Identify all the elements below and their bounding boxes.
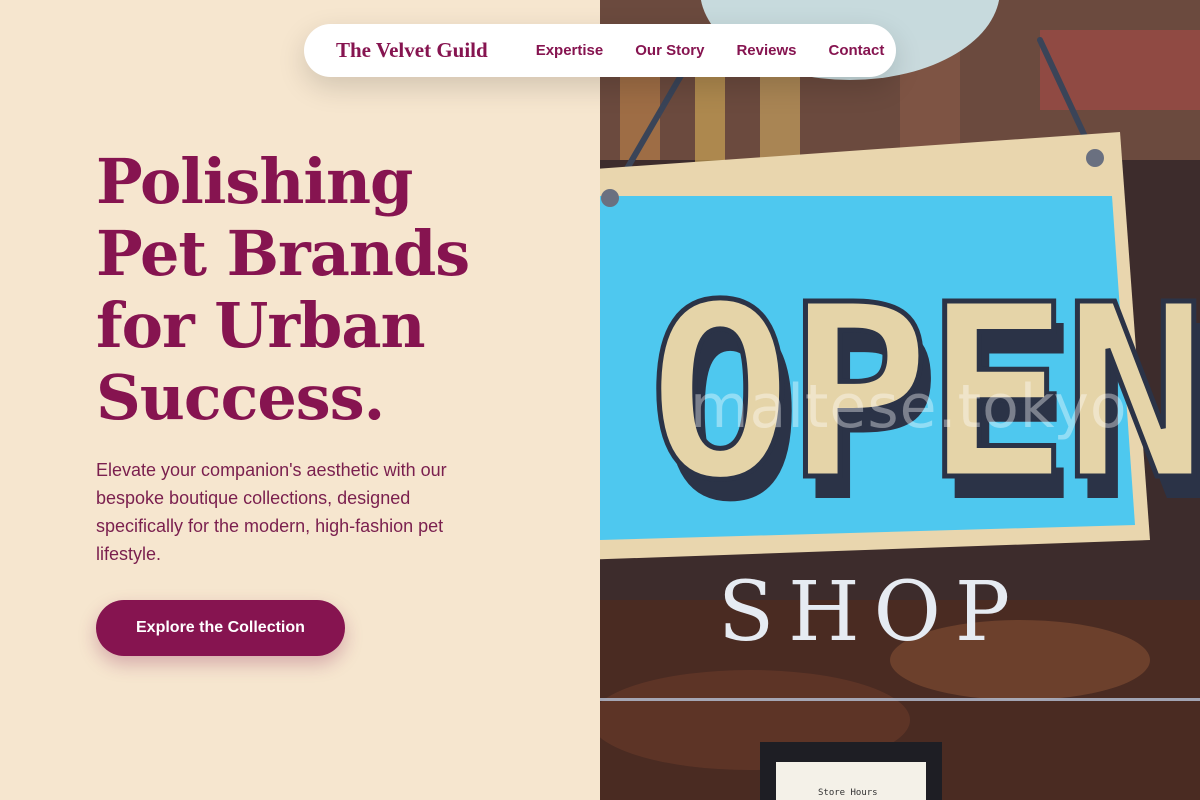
nav-link-expertise[interactable]: Expertise <box>536 42 604 59</box>
nav-link-reviews[interactable]: Reviews <box>736 42 796 59</box>
hero-title-line: Pet Brands <box>96 217 470 290</box>
hero-title: Polishing Pet Brands for Urban Success. <box>96 145 470 434</box>
nav-link-our-story[interactable]: Our Story <box>635 42 704 59</box>
explore-collection-button[interactable]: Explore the Collection <box>96 600 345 656</box>
hero-subtitle: Elevate your companion's aesthetic with … <box>96 460 447 564</box>
shop-window-text: SHOP <box>718 565 1024 660</box>
store-hours-label: Store Hours <box>818 788 878 798</box>
hero-title-line: for Urban <box>96 289 426 362</box>
watermark-text: maltese.tokyo <box>690 372 1128 442</box>
hero-title-line: Success. <box>96 361 385 434</box>
brand-logo[interactable]: The Velvet Guild <box>336 38 488 63</box>
nav-link-contact[interactable]: Contact <box>828 42 884 59</box>
top-navbar: The Velvet Guild Expertise Our Story Rev… <box>304 24 896 77</box>
hero-title-line: Polishing <box>96 145 413 218</box>
hero-section: Polishing Pet Brands for Urban Success. … <box>0 0 600 800</box>
